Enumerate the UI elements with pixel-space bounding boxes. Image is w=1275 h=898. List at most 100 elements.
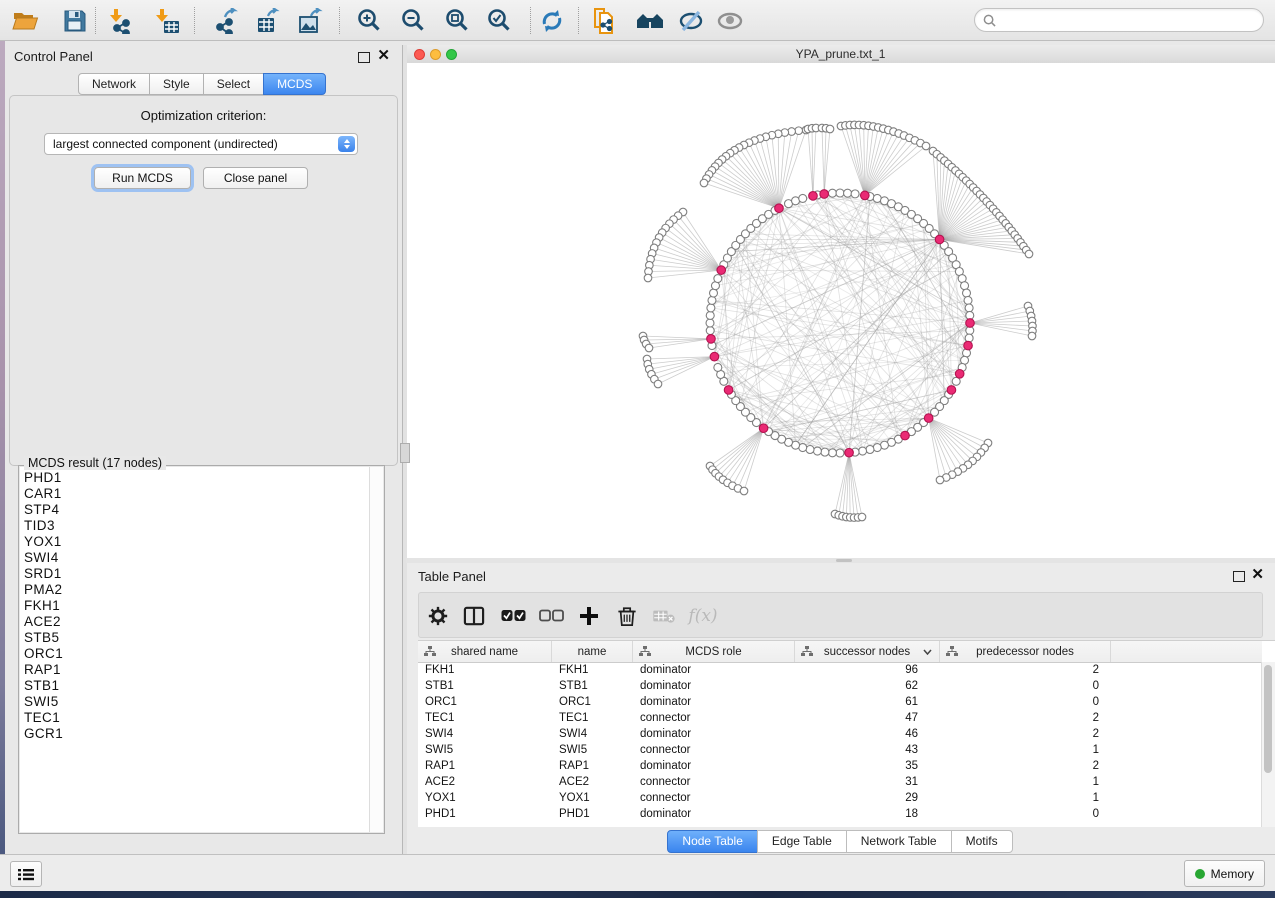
save-session-icon[interactable] [58, 4, 92, 37]
table-cell[interactable]: STB1 [418, 678, 552, 694]
table-cell[interactable]: ACE2 [552, 774, 633, 790]
new-network-from-selection-icon[interactable] [588, 4, 622, 37]
horizontal-splitter[interactable] [406, 558, 1275, 563]
mcds-result-list[interactable]: PHD1CAR1STP4TID3YOX1SWI4SRD1PMA2FKH1ACE2… [20, 467, 370, 832]
table-cell[interactable]: SWI4 [418, 726, 552, 742]
mcds-list-scrollbar[interactable] [369, 467, 383, 832]
mcds-node[interactable] [809, 192, 818, 201]
network-node[interactable] [851, 190, 859, 198]
table-row[interactable]: TEC1TEC1connector472 [418, 710, 1262, 726]
show-all-icon[interactable] [713, 4, 747, 37]
network-window-titlebar[interactable]: YPA_prune.txt_1 [406, 45, 1275, 64]
table-cell[interactable]: 2 [940, 758, 1111, 774]
table-row[interactable]: SWI4SWI4dominator462 [418, 726, 1262, 742]
network-node[interactable] [708, 296, 716, 304]
export-network-icon[interactable] [209, 4, 243, 37]
mcds-result-item[interactable]: GCR1 [24, 726, 369, 742]
table-cell[interactable]: connector [633, 790, 795, 806]
table-cell[interactable]: dominator [633, 726, 795, 742]
network-node[interactable] [826, 125, 834, 133]
vertical-splitter[interactable] [402, 45, 407, 855]
tab-mcds[interactable]: MCDS [263, 73, 326, 95]
table-row[interactable]: ACE2ACE2connector311 [418, 774, 1262, 790]
network-node[interactable] [922, 142, 930, 150]
import-table-icon[interactable] [151, 4, 185, 37]
network-node[interactable] [710, 289, 718, 297]
table-cell[interactable]: 2 [940, 710, 1111, 726]
memory-button[interactable]: Memory [1184, 860, 1265, 887]
tab-network[interactable]: Network [78, 73, 150, 95]
table-cell[interactable]: dominator [633, 806, 795, 822]
mcds-node[interactable] [710, 352, 719, 361]
network-node[interactable] [828, 189, 836, 197]
create-column-icon[interactable] [573, 601, 605, 631]
tab-network-table[interactable]: Network Table [846, 830, 952, 853]
mcds-node[interactable] [717, 266, 726, 275]
table-cell[interactable]: 62 [795, 678, 940, 694]
network-canvas[interactable] [406, 63, 1275, 558]
mcds-node[interactable] [964, 341, 973, 350]
mcds-result-item[interactable]: STP4 [24, 502, 369, 518]
mcds-result-item[interactable]: TEC1 [24, 710, 369, 726]
mcds-result-item[interactable]: CAR1 [24, 486, 369, 502]
mcds-result-item[interactable]: FKH1 [24, 598, 369, 614]
mcds-result-item[interactable]: ACE2 [24, 614, 369, 630]
network-node[interactable] [828, 449, 836, 457]
mcds-node[interactable] [820, 190, 829, 199]
mcds-result-item[interactable]: YOX1 [24, 534, 369, 550]
table-scrollbar[interactable] [1261, 662, 1275, 827]
tab-select[interactable]: Select [203, 73, 264, 95]
table-cell[interactable]: ORC1 [418, 694, 552, 710]
table-cell[interactable]: 43 [795, 742, 940, 758]
table-scrollbar-thumb[interactable] [1264, 665, 1272, 773]
table-row[interactable]: ORC1ORC1dominator610 [418, 694, 1262, 710]
mcds-result-item[interactable]: STB5 [24, 630, 369, 646]
table-row[interactable]: SWI5SWI5connector431 [418, 742, 1262, 758]
close-panel-icon[interactable]: ✕ [1251, 567, 1264, 583]
table-cell[interactable]: 0 [940, 694, 1111, 710]
table-cell[interactable]: 96 [795, 662, 940, 678]
column-header-shared-name[interactable]: shared name [418, 641, 552, 662]
network-node[interactable] [714, 275, 722, 283]
table-cell[interactable]: TEC1 [418, 710, 552, 726]
first-neighbors-icon[interactable] [633, 4, 667, 37]
table-cell[interactable]: YOX1 [418, 790, 552, 806]
network-graph[interactable] [406, 63, 1275, 558]
network-node[interactable] [821, 448, 829, 456]
table-cell[interactable]: 61 [795, 694, 940, 710]
mcds-node[interactable] [966, 319, 975, 328]
table-cell[interactable]: 0 [940, 806, 1111, 822]
mcds-result-item[interactable]: PHD1 [24, 470, 369, 486]
table-cell[interactable]: TEC1 [552, 710, 633, 726]
table-cell[interactable]: dominator [633, 758, 795, 774]
mcds-result-item[interactable]: ORC1 [24, 646, 369, 662]
network-node[interactable] [866, 445, 874, 453]
import-network-icon[interactable] [105, 4, 139, 37]
table-cell[interactable]: 0 [940, 678, 1111, 694]
column-header-successor-nodes[interactable]: successor nodes [795, 641, 940, 662]
run-mcds-button[interactable]: Run MCDS [94, 167, 191, 189]
table-row[interactable]: PHD1PHD1dominator180 [418, 806, 1262, 822]
float-panel-icon[interactable] [358, 52, 370, 63]
mcds-result-item[interactable]: SWI4 [24, 550, 369, 566]
table-cell[interactable]: connector [633, 742, 795, 758]
zoom-out-icon[interactable] [396, 4, 430, 37]
mcds-result-item[interactable]: SRD1 [24, 566, 369, 582]
table-cell[interactable]: FKH1 [552, 662, 633, 678]
table-row[interactable]: FKH1FKH1dominator962 [418, 662, 1262, 678]
export-table-icon[interactable] [251, 4, 285, 37]
task-history-button[interactable] [10, 861, 42, 887]
mcds-result-item[interactable]: TID3 [24, 518, 369, 534]
network-node[interactable] [706, 319, 714, 327]
table-cell[interactable]: 29 [795, 790, 940, 806]
splitter-handle[interactable] [836, 559, 852, 562]
network-node[interactable] [714, 363, 722, 371]
table-cell[interactable]: 1 [940, 742, 1111, 758]
network-node[interactable] [706, 311, 714, 319]
table-cell[interactable]: PHD1 [418, 806, 552, 822]
delete-table-icon[interactable] [648, 601, 680, 631]
mcds-result-item[interactable]: SWI5 [24, 694, 369, 710]
table-cell[interactable]: dominator [633, 678, 795, 694]
network-node[interactable] [645, 344, 653, 352]
table-row[interactable]: RAP1RAP1dominator352 [418, 758, 1262, 774]
